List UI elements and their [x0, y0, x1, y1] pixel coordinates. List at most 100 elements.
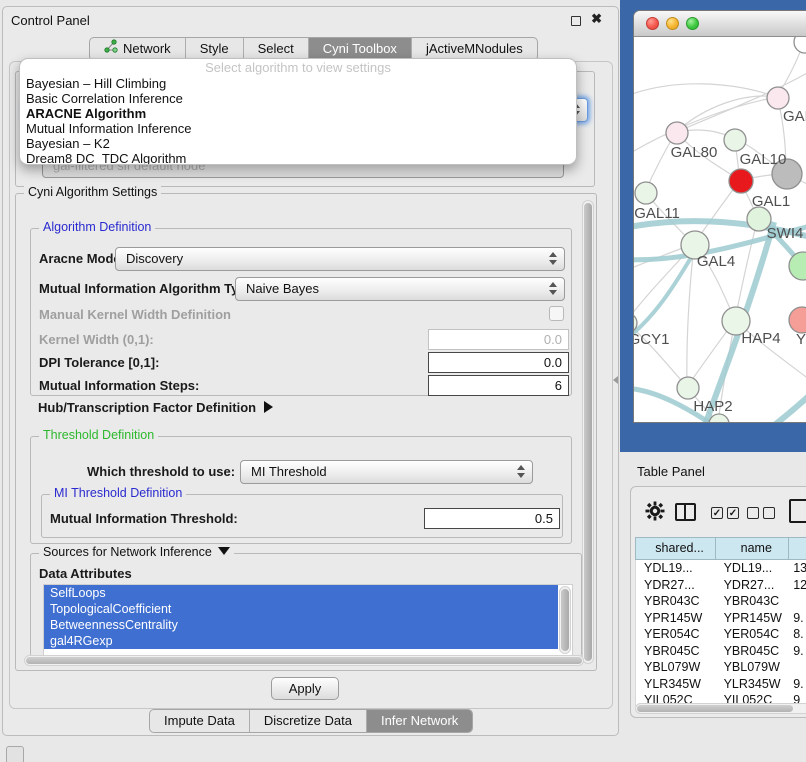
select-all-checkbox-icon[interactable]: ✓: [711, 507, 723, 519]
tab-network[interactable]: Network: [90, 38, 185, 60]
table-cell[interactable]: YDR27...: [636, 577, 716, 594]
gear-icon[interactable]: [645, 501, 665, 526]
export-table-icon[interactable]: [789, 499, 806, 523]
table-cell[interactable]: [789, 593, 806, 610]
settings-vertical-scrollbar[interactable]: [582, 200, 594, 664]
network-node[interactable]: [709, 414, 729, 423]
minimized-panel-button[interactable]: [6, 746, 24, 762]
table-cell[interactable]: YPR145W: [716, 610, 790, 627]
table-cell[interactable]: YBR045C: [636, 643, 716, 660]
network-node[interactable]: [677, 377, 699, 399]
table-cell[interactable]: YBR045C: [716, 643, 790, 660]
minimize-traffic-light-icon[interactable]: [666, 17, 679, 30]
zoom-traffic-light-icon[interactable]: [686, 17, 699, 30]
table-hscrollbar-thumb[interactable]: [637, 705, 793, 712]
tab-discretize-data[interactable]: Discretize Data: [249, 710, 366, 732]
column-header-name[interactable]: name: [715, 538, 788, 559]
table-row[interactable]: YBR043CYBR043C: [636, 593, 806, 610]
table-cell[interactable]: YBR043C: [716, 593, 790, 610]
mi-algorithm-type-combobox[interactable]: Naive Bayes: [235, 277, 565, 301]
network-window-titlebar[interactable]: [634, 11, 806, 37]
column-header-shared-name[interactable]: shared...: [636, 538, 715, 559]
close-traffic-light-icon[interactable]: [646, 17, 659, 30]
data-attribute-item[interactable]: BetweennessCentrality: [44, 617, 558, 633]
aracne-mode-combobox[interactable]: Discovery: [115, 247, 565, 271]
settings-hscrollbar-thumb[interactable]: [26, 657, 582, 664]
table-cell[interactable]: YLR345W: [716, 676, 790, 693]
data-attribute-item[interactable]: gal4RGexp: [44, 633, 558, 649]
table-cell[interactable]: 9.: [789, 610, 806, 627]
tab-style[interactable]: Style: [185, 38, 243, 60]
table-cell[interactable]: YDL19...: [716, 560, 790, 577]
table-cell[interactable]: YDR27...: [716, 577, 790, 594]
table-cell[interactable]: YLR345W: [636, 676, 716, 693]
apply-button[interactable]: Apply: [271, 677, 339, 700]
network-node[interactable]: [724, 129, 746, 151]
table-cell[interactable]: 9.: [789, 643, 806, 660]
column-header-third[interactable]: A: [788, 538, 806, 559]
table-cell[interactable]: YER054C: [636, 626, 716, 643]
mi-steps-field[interactable]: 6: [428, 375, 569, 396]
table-horizontal-scrollbar[interactable]: [635, 703, 806, 714]
table-cell[interactable]: YBR043C: [636, 593, 716, 610]
tab-impute-data[interactable]: Impute Data: [150, 710, 249, 732]
algorithm-option[interactable]: Bayesian – Hill Climbing: [20, 76, 576, 91]
table-row[interactable]: YDR27...YDR27...12: [636, 577, 806, 594]
algorithm-option[interactable]: Dream8 DC_TDC Algorithm: [20, 151, 576, 165]
tab-cyni-toolbox[interactable]: Cyni Toolbox: [308, 38, 411, 60]
tab-infer-network[interactable]: Infer Network: [366, 710, 472, 732]
dpi-tolerance-field[interactable]: 0.0: [428, 352, 569, 373]
manual-kernel-width-checkbox[interactable]: [549, 306, 564, 321]
network-canvas[interactable]: GALGAL80GAL10GAL1GAL11SWI4GAL4GCY1HAP4YH…: [634, 37, 806, 423]
network-node[interactable]: [666, 122, 688, 144]
data-attribute-item[interactable]: SelfLoops: [44, 585, 558, 601]
network-node[interactable]: [729, 169, 753, 193]
table-body[interactable]: YDL19...YDL19...13YDR27...YDR27...12YBR0…: [635, 560, 806, 706]
table-cell[interactable]: 8.: [789, 626, 806, 643]
table-row[interactable]: YBR045CYBR045C9.: [636, 643, 806, 660]
table-cell[interactable]: YBL079W: [716, 659, 790, 676]
network-node[interactable]: [789, 307, 806, 333]
table-row[interactable]: YPR145WYPR145W9.: [636, 610, 806, 627]
network-node[interactable]: [794, 37, 806, 53]
select-all-checkbox2-icon[interactable]: ✓: [727, 507, 739, 519]
attributes-scrollbar-thumb[interactable]: [561, 589, 569, 651]
network-edge[interactable]: [634, 84, 777, 97]
which-threshold-combobox[interactable]: MI Threshold: [240, 460, 533, 484]
mi-threshold-field[interactable]: 0.5: [424, 508, 560, 529]
table-row[interactable]: YLR345WYLR345W9.: [636, 676, 806, 693]
settings-horizontal-scrollbar[interactable]: [24, 655, 584, 666]
table-cell[interactable]: YER054C: [716, 626, 790, 643]
close-icon[interactable]: ✖: [591, 11, 602, 27]
table-cell[interactable]: 12: [789, 577, 806, 594]
table-cell[interactable]: YDL19...: [636, 560, 716, 577]
deselect-all-checkbox-icon[interactable]: [747, 507, 759, 519]
settings-scrollbar-thumb[interactable]: [584, 203, 592, 661]
data-attributes-list[interactable]: SelfLoopsTopologicalCoefficientBetweenne…: [43, 584, 573, 656]
float-window-icon[interactable]: [571, 16, 581, 26]
table-row[interactable]: YER054CYER054C8.: [636, 626, 806, 643]
algorithm-option[interactable]: ARACNE Algorithm: [20, 106, 576, 121]
tab-jactivemnodules[interactable]: jActiveMNodules: [411, 38, 537, 60]
kernel-width-field[interactable]: 0.0: [428, 329, 569, 350]
table-cell[interactable]: 13: [789, 560, 806, 577]
algorithm-option[interactable]: Basic Correlation Inference: [20, 91, 576, 106]
split-columns-icon[interactable]: [675, 503, 696, 521]
table-cell[interactable]: YPR145W: [636, 610, 716, 627]
attributes-scrollbar[interactable]: [559, 586, 571, 654]
data-attribute-item[interactable]: TopologicalCoefficient: [44, 601, 558, 617]
tab-select[interactable]: Select: [243, 38, 308, 60]
network-node[interactable]: [767, 87, 789, 109]
algorithm-option[interactable]: Bayesian – K2: [20, 136, 576, 151]
table-row[interactable]: YBL079WYBL079W: [636, 659, 806, 676]
table-cell[interactable]: 9.: [789, 676, 806, 693]
table-row[interactable]: YDL19...YDL19...13: [636, 560, 806, 577]
algorithm-option[interactable]: Mutual Information Inference: [20, 121, 576, 136]
hub-definition-expander[interactable]: Hub/Transcription Factor Definition: [38, 400, 273, 415]
network-edge[interactable]: [676, 96, 777, 132]
network-edge[interactable]: [744, 372, 806, 423]
table-cell[interactable]: YBL079W: [636, 659, 716, 676]
network-node[interactable]: [635, 182, 657, 204]
deselect-all-checkbox2-icon[interactable]: [763, 507, 775, 519]
splitter-collapse-icon[interactable]: [613, 376, 618, 384]
